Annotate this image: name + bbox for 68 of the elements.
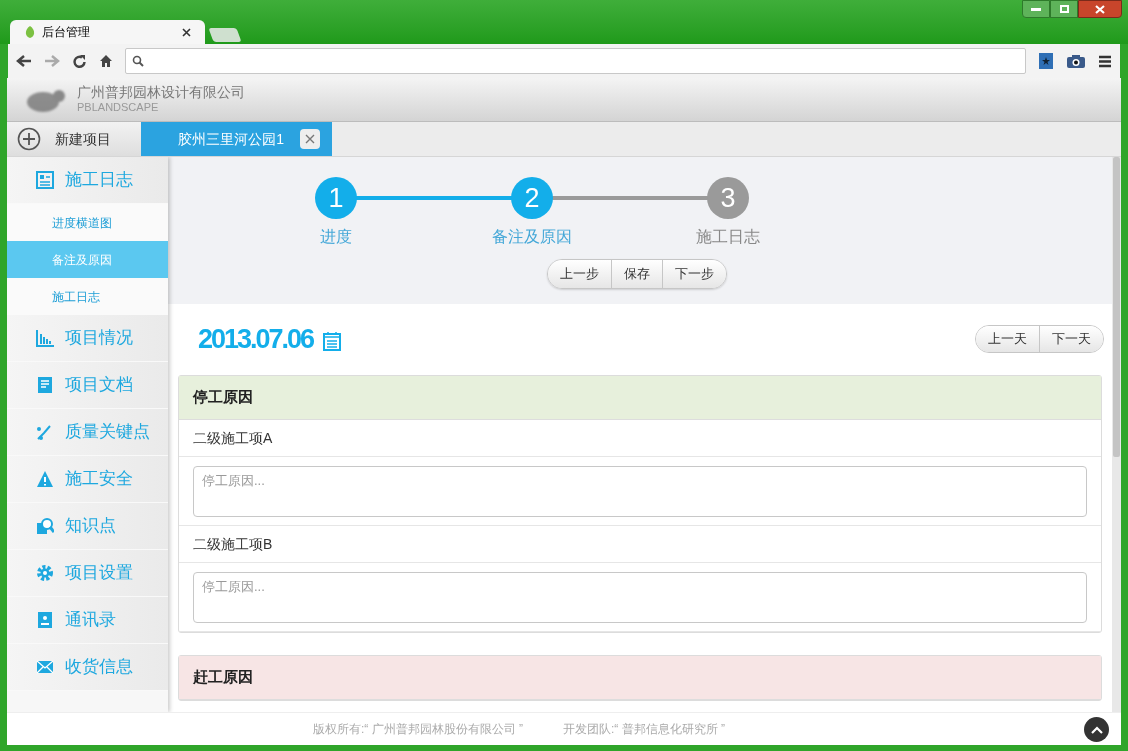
step-label: 进度 — [320, 227, 352, 247]
search-icon — [36, 517, 54, 535]
leaf-icon — [24, 25, 36, 39]
home-icon[interactable] — [99, 54, 113, 68]
search-icon — [132, 55, 144, 67]
address-book-icon — [36, 611, 54, 629]
sidebar-item[interactable]: 项目设置 — [7, 550, 168, 597]
pen-icon — [36, 423, 54, 441]
scrollbar[interactable] — [1112, 157, 1121, 712]
sidebar-item[interactable]: 项目文档 — [7, 362, 168, 409]
tab-title: 后台管理 — [42, 24, 91, 41]
new-tab-button[interactable] — [208, 28, 242, 42]
sidebar-item[interactable]: 施工安全 — [7, 456, 168, 503]
close-icon — [305, 134, 315, 144]
date-label: 2013.07.06 — [198, 322, 314, 356]
document-icon — [36, 376, 54, 394]
menu-icon[interactable] — [1098, 54, 1112, 68]
sidebar-item[interactable]: 质量关键点 — [7, 409, 168, 456]
company-english-name: PBLANDSCAPE — [77, 101, 160, 116]
maximize-button[interactable] — [1050, 0, 1078, 18]
section-title: 停工原因 — [179, 376, 1101, 420]
close-tab-button[interactable] — [300, 129, 320, 149]
settings-icon — [36, 564, 54, 582]
sidebar-item[interactable]: 知识点 — [7, 503, 168, 550]
log-icon — [36, 171, 54, 189]
item-label: 二级施工项B — [179, 526, 1101, 563]
step-button[interactable]: 保存 — [611, 260, 662, 288]
calendar-icon[interactable] — [323, 331, 342, 351]
section-title: 赶工原因 — [179, 656, 1101, 700]
sidebar-item[interactable]: 施工日志 — [7, 157, 168, 204]
close-button[interactable] — [1078, 0, 1122, 18]
project-tab-label: 胶州三里河公园1 — [178, 129, 284, 149]
project-tab[interactable]: 胶州三里河公园1 — [141, 122, 332, 156]
team-text: 开发团队:“ 普邦信息化研究所 ” — [563, 721, 725, 738]
scrollbar-thumb[interactable] — [1113, 157, 1120, 457]
sidebar-item[interactable]: 项目情况 — [7, 315, 168, 362]
sidebar-item[interactable]: 收货信息 — [7, 644, 168, 691]
minimize-button[interactable] — [1022, 0, 1050, 18]
close-icon — [1095, 4, 1105, 14]
item-label: 二级施工项A — [179, 420, 1101, 457]
new-project-label: 新建项目 — [55, 129, 111, 149]
sidebar-item[interactable]: 通讯录 — [7, 597, 168, 644]
envelope-icon — [36, 658, 54, 676]
camera-icon[interactable] — [1066, 53, 1086, 69]
bookmark-book-icon[interactable] — [1038, 52, 1054, 70]
reload-icon[interactable] — [72, 53, 87, 69]
chevron-up-icon — [1090, 725, 1103, 734]
warning-icon — [36, 470, 54, 488]
sidebar-subitem[interactable]: 进度横道图 — [7, 204, 168, 241]
reason-field[interactable]: 停工原因... — [193, 572, 1087, 623]
add-icon — [17, 127, 41, 151]
new-project-button[interactable]: 新建项目 — [7, 122, 141, 156]
step-button[interactable]: 上一步 — [548, 260, 611, 288]
step-label: 施工日志 — [696, 227, 760, 247]
sidebar-subitem[interactable]: 施工日志 — [7, 278, 168, 315]
copyright-text: 版权所有:“ 广州普邦园林股份有限公司 ” — [313, 721, 523, 738]
sidebar-subitem[interactable]: 备注及原因 — [7, 241, 168, 278]
back-icon[interactable] — [16, 54, 32, 68]
browser-tab[interactable]: 后台管理 — [10, 20, 205, 44]
day-button[interactable]: 下一天 — [1039, 326, 1103, 352]
day-button[interactable]: 上一天 — [976, 326, 1039, 352]
step-button[interactable]: 下一步 — [662, 260, 726, 288]
close-icon[interactable] — [182, 27, 191, 37]
reason-field[interactable]: 停工原因... — [193, 466, 1087, 517]
bar-chart-icon — [36, 329, 54, 347]
step-label: 备注及原因 — [492, 227, 572, 247]
company-name: 广州普邦园林设计有限公司 — [77, 83, 245, 102]
back-to-top-button[interactable] — [1084, 717, 1109, 742]
